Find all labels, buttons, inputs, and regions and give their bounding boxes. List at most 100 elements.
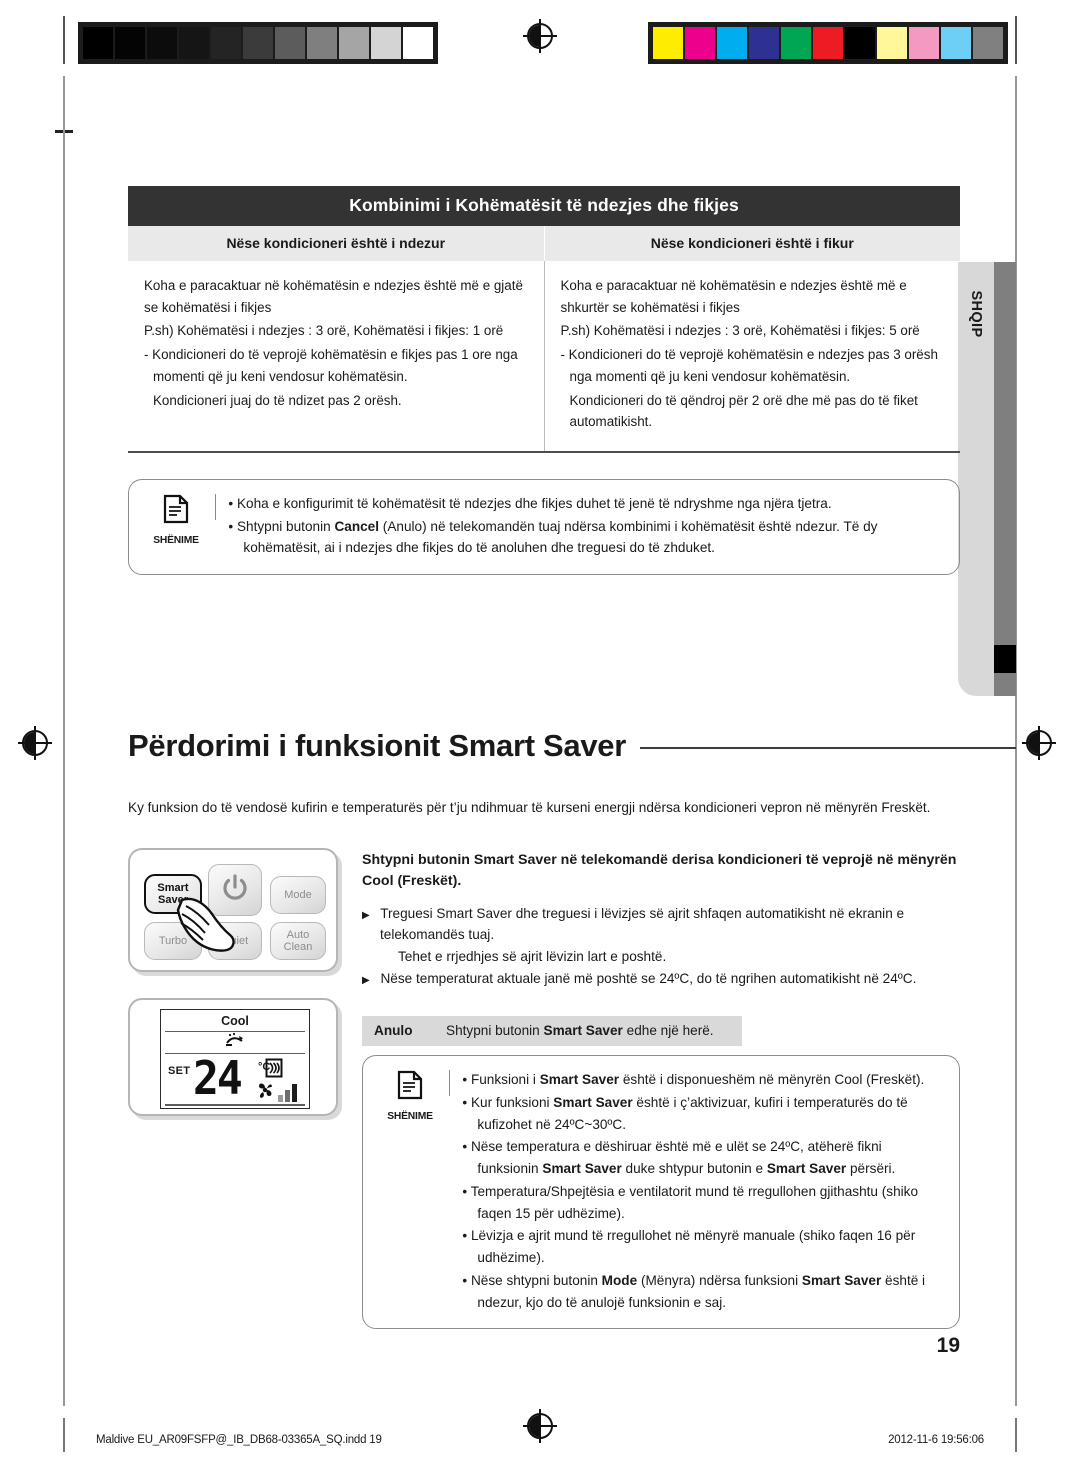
language-tab-marker xyxy=(994,645,1016,673)
registration-mark-top xyxy=(527,23,553,49)
registration-mark-left xyxy=(22,730,48,756)
cell-line: - Kondicioneri do të veprojë kohëmatësin… xyxy=(144,347,518,384)
note-box-smart-saver: SHËNIME Funksioni i Smart Saver është i … xyxy=(362,1055,960,1330)
language-tab-label: SHQIP xyxy=(968,290,984,338)
registration-mark-bottom xyxy=(527,1413,553,1439)
cell-line: Koha e paracaktuar në kohëmatësin e ndez… xyxy=(560,278,907,315)
calibration-swatch xyxy=(179,27,209,59)
fan-speed-bars-icon xyxy=(278,1084,297,1103)
manual-page: SHQIP Kombinimi i Kohëmatësit të ndezjes… xyxy=(0,0,1080,1476)
lcd-main-row: SET 24 °C xyxy=(161,1054,309,1104)
calibration-swatch xyxy=(717,27,747,59)
table-cell-off: Koha e paracaktuar në kohëmatësin e ndez… xyxy=(543,261,961,451)
calibration-swatch xyxy=(941,27,971,59)
page-frame-left xyxy=(63,76,65,1406)
table-title: Kombinimi i Kohëmatësit të ndezjes dhe f… xyxy=(128,186,960,226)
note-badge-label: SHËNIME xyxy=(387,1111,433,1122)
instruction-bullet-sub: Tehet e rrjedhjes së ajrit lëvizin lart … xyxy=(398,948,667,964)
page-number: 19 xyxy=(936,1334,960,1357)
color-swatches xyxy=(648,22,1008,64)
footer-rule-left xyxy=(63,1418,65,1452)
cell-line: Kondicioneri juaj do të ndizet pas 2 orë… xyxy=(153,392,402,408)
note-box-smart-saver-wrap: SHËNIME Funksioni i Smart Saver është i … xyxy=(362,1055,960,1330)
instruction-bullet: Nëse temperaturat aktuale janë më poshtë… xyxy=(362,968,960,989)
note-box-timer: SHËNIME Koha e konfigurimit të kohëmatës… xyxy=(128,478,960,576)
cell-line: P.sh) Kohëmatësi i ndezjes : 3 orë, Kohë… xyxy=(144,323,504,339)
remote-smart-saver-button: Smart Saver xyxy=(144,874,202,914)
calibration-swatch xyxy=(339,27,369,59)
footer-file-name: Maldive EU_AR09FSFP@_IB_DB68-03365A_SQ.i… xyxy=(96,1434,382,1446)
auto-clean-label-line2: Clean xyxy=(283,941,313,953)
instruction-bullet-text: Treguesi Smart Saver dhe treguesi i lëvi… xyxy=(380,905,905,943)
smart-saver-label-line2: Saver xyxy=(158,894,188,906)
timer-combination-table: Kombinimi i Kohëmatësit të ndezjes dhe f… xyxy=(128,186,961,576)
lcd-screen: Cool SET 24 °C xyxy=(160,1009,310,1109)
calibration-swatch xyxy=(749,27,779,59)
calibration-swatch xyxy=(685,27,715,59)
section-heading: Përdorimi i funksionit Smart Saver xyxy=(128,728,1016,764)
crop-tick-left xyxy=(63,16,65,64)
calibration-swatch xyxy=(83,27,113,59)
language-tab-bar xyxy=(994,262,1016,696)
turbo-label: Turbo xyxy=(158,934,188,947)
note-item: Temperatura/Shpejtësia e ventilatorit mu… xyxy=(462,1181,943,1225)
language-tab: SHQIP xyxy=(958,262,1016,696)
calibration-swatch xyxy=(147,27,177,59)
calibration-swatch xyxy=(909,27,939,59)
note-divider xyxy=(449,1070,451,1096)
note-item: Nëse temperatura e dëshiruar është më e … xyxy=(462,1136,943,1180)
lcd-temperature-value: 24 xyxy=(193,1052,243,1107)
table-column-headers: Nëse kondicioneri është i ndezur Nëse ko… xyxy=(128,226,960,261)
section-intro: Ky funksion do të vendosë kufirin e temp… xyxy=(128,800,931,815)
note-badge: SHËNIME xyxy=(139,492,213,560)
instruction-bullet: Treguesi Smart Saver dhe treguesi i lëvi… xyxy=(362,903,960,967)
footer-timestamp: 2012-11-6 19:56:06 xyxy=(888,1434,984,1446)
remote-quiet-button: Quiet xyxy=(208,922,262,960)
registration-mark-right xyxy=(1026,730,1052,756)
note-badge: SHËNIME xyxy=(373,1068,447,1314)
note-item: Nëse shtypni butonin Mode (Mënyra) ndërs… xyxy=(462,1270,943,1314)
fan-icon xyxy=(255,1080,275,1105)
remote-display-illustration: Cool SET 24 °C xyxy=(128,998,344,1116)
calibration-swatch xyxy=(371,27,401,59)
calibration-swatch xyxy=(845,27,875,59)
calibration-swatch xyxy=(877,27,907,59)
note-item: Funksioni i Smart Saver është i disponue… xyxy=(462,1069,943,1091)
cell-line: P.sh) Kohëmatësi i ndezjes : 3 orë, Kohë… xyxy=(560,323,920,339)
quiet-label: Quiet xyxy=(221,934,249,947)
mode-label: Mode xyxy=(284,888,312,901)
cancel-instruction-text: Shtypni butonin Smart Saver edhe një her… xyxy=(446,1023,714,1038)
calibration-swatch xyxy=(115,27,145,59)
note-item: Lëvizja e ajrit mund të rregullohet në m… xyxy=(462,1225,943,1269)
remote-mode-button: Mode xyxy=(270,876,326,914)
calibration-swatch xyxy=(275,27,305,59)
note-list: Funksioni i Smart Saver është i disponue… xyxy=(462,1068,943,1314)
note-badge-label: SHËNIME xyxy=(153,534,199,546)
cancel-instruction-row: Anulo Shtypni butonin Smart Saver edhe n… xyxy=(362,1016,742,1046)
calibration-swatch xyxy=(307,27,337,59)
remote-illustration: Smart Saver Mode Turbo Quiet Auto Clean xyxy=(128,848,344,972)
note-divider xyxy=(215,493,217,520)
remote-power-button xyxy=(208,864,262,916)
footer-rule-right xyxy=(1015,1418,1017,1452)
instruction-bullets: Treguesi Smart Saver dhe treguesi i lëvi… xyxy=(362,903,960,990)
cell-line: - Kondicioneri do të veprojë kohëmatësin… xyxy=(560,347,938,384)
calibration-swatch xyxy=(781,27,811,59)
table-header-on: Nëse kondicioneri është i ndezur xyxy=(226,235,446,251)
grayscale-swatches xyxy=(78,22,438,64)
calibration-swatch xyxy=(403,27,433,59)
note-item: Shtypni butonin Cancel (Anulo) në teleko… xyxy=(228,516,943,560)
heading-rule xyxy=(640,746,1016,750)
document-note-icon xyxy=(139,494,213,529)
air-swing-icon xyxy=(224,1032,246,1053)
lcd-swing-row xyxy=(161,1032,309,1053)
power-icon xyxy=(220,873,250,906)
crop-tick-right xyxy=(1015,16,1017,64)
instruction-lead: Shtypni butonin Smart Saver në telekoman… xyxy=(362,852,957,890)
lcd-set-label: SET xyxy=(168,1065,191,1078)
remote-body: Smart Saver Mode Turbo Quiet Auto Clean xyxy=(128,848,338,972)
remote-turbo-button: Turbo xyxy=(144,922,202,960)
calibration-swatch xyxy=(813,27,843,59)
instruction-block: Shtypni butonin Smart Saver në telekoman… xyxy=(362,850,960,990)
table-header-off: Nëse kondicioneri është i fikur xyxy=(543,226,961,261)
